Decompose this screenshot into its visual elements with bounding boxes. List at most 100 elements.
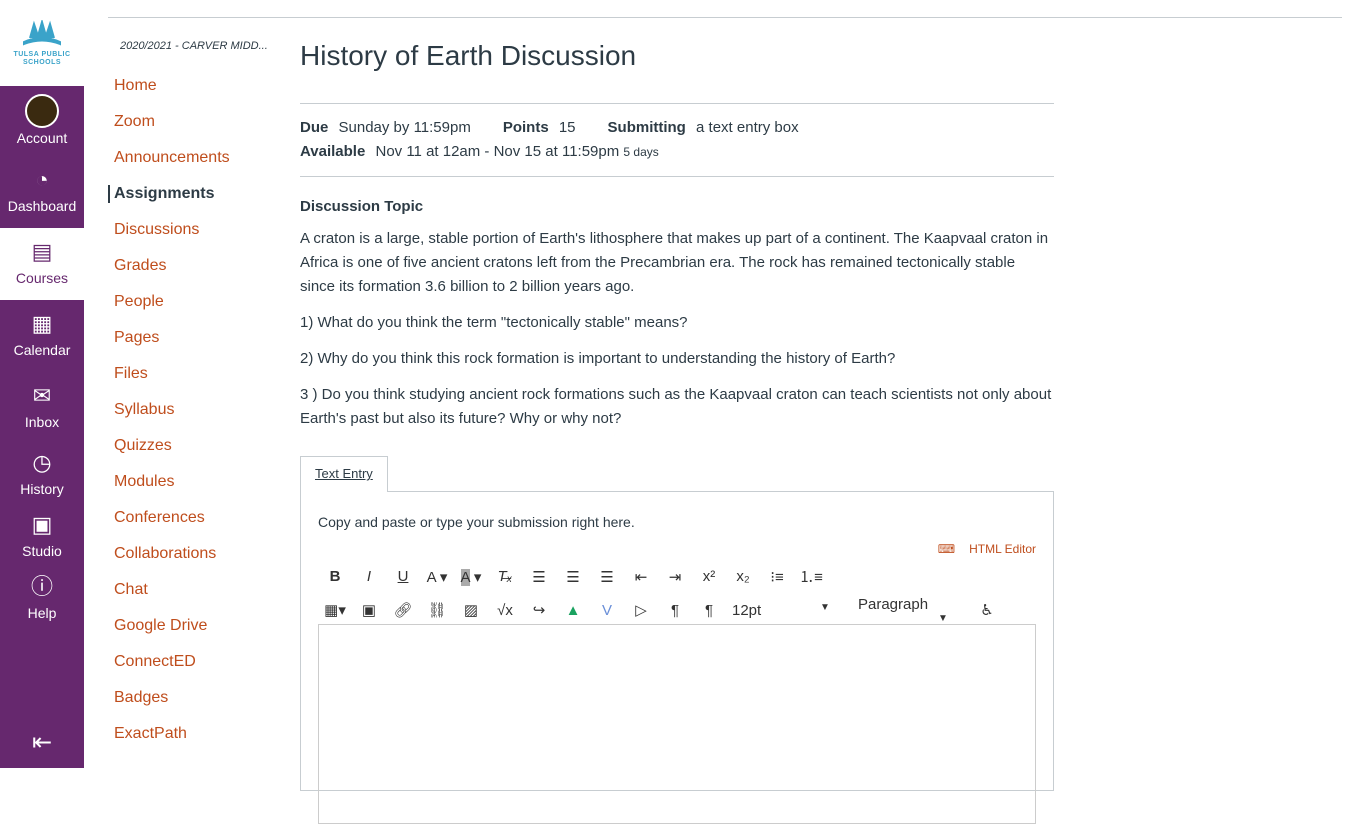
divider bbox=[300, 176, 1054, 177]
link-icon[interactable]: 🔗︎ bbox=[386, 601, 420, 619]
course-nav-chat[interactable]: Chat bbox=[114, 581, 148, 599]
nav-dashboard[interactable]: ◔ Dashboard bbox=[0, 166, 84, 214]
indent-icon[interactable]: ⇥ bbox=[658, 568, 692, 586]
course-nav-pages[interactable]: Pages bbox=[114, 329, 159, 347]
italic-icon[interactable]: I bbox=[352, 568, 386, 585]
submission-instructions: Copy and paste or type your submission r… bbox=[318, 514, 635, 530]
superscript-icon[interactable]: x² bbox=[692, 568, 726, 585]
course-nav-collaborations[interactable]: Collaborations bbox=[114, 545, 216, 563]
nav-calendar[interactable]: ▦ Calendar bbox=[0, 310, 84, 358]
nav-courses[interactable]: ▤ Courses bbox=[0, 228, 84, 300]
toolbar-row-2: ▦▾ ▣ 🔗︎ ⛓ ▨ √x ↪ ▲ V ▷ ¶ ¶ 12pt ▼ Paragra… bbox=[318, 596, 1004, 624]
course-nav-files[interactable]: Files bbox=[114, 365, 148, 383]
logo-book-icon bbox=[23, 18, 61, 46]
course-nav-zoom[interactable]: Zoom bbox=[114, 113, 155, 131]
rich-text-editor[interactable] bbox=[318, 624, 1036, 824]
background-color-icon[interactable]: A ▾ bbox=[454, 568, 488, 586]
keyboard-icon: ⌨ bbox=[937, 542, 956, 556]
course-nav-badges[interactable]: Badges bbox=[114, 689, 168, 707]
submitting-label: Submitting bbox=[607, 119, 686, 136]
format-value: Paragraph bbox=[858, 596, 929, 613]
font-size-select[interactable]: 12pt ▼ bbox=[726, 602, 842, 619]
bold-icon[interactable]: B bbox=[318, 568, 352, 585]
course-nav-people[interactable]: People bbox=[114, 293, 164, 311]
table-icon[interactable]: ▦▾ bbox=[318, 601, 352, 619]
google-drive-icon[interactable]: ▲ bbox=[556, 602, 590, 619]
topic-heading: Discussion Topic bbox=[300, 198, 424, 215]
numbered-list-icon[interactable]: ⒈≡ bbox=[794, 566, 828, 587]
unlink-icon[interactable]: ⛓ bbox=[420, 601, 454, 619]
course-nav-grades[interactable]: Grades bbox=[114, 257, 166, 275]
course-nav: 2020/2021 - CARVER MIDD... Home Zoom Annou… bbox=[108, 40, 278, 742]
global-nav: TULSA PUBLIC SCHOOLS Account ◔ Dashboard … bbox=[0, 0, 84, 768]
calendar-icon: ▦ bbox=[31, 311, 53, 336]
bullet-list-icon[interactable]: ⁝≡ bbox=[760, 568, 794, 586]
history-icon: ◷ bbox=[32, 450, 52, 475]
video-icon[interactable]: ▷ bbox=[624, 601, 658, 619]
tab-text-entry[interactable]: Text Entry bbox=[300, 456, 388, 492]
course-nav-discussions[interactable]: Discussions bbox=[114, 221, 199, 239]
embed-icon[interactable]: ↪ bbox=[522, 601, 556, 619]
topic-question: 1) What do you think the term "tectonica… bbox=[300, 314, 688, 331]
course-nav-google-drive[interactable]: Google Drive bbox=[114, 617, 207, 635]
course-nav-syllabus[interactable]: Syllabus bbox=[114, 401, 174, 419]
align-left-icon[interactable]: ☰ bbox=[522, 568, 556, 586]
accessibility-icon[interactable]: ♿︎ bbox=[970, 601, 1004, 619]
course-nav-quizzes[interactable]: Quizzes bbox=[114, 437, 172, 455]
course-nav-announcements[interactable]: Announcements bbox=[114, 149, 230, 167]
topic-question: 2) Why do you think this rock formation … bbox=[300, 350, 896, 367]
submitting-value: a text entry box bbox=[696, 119, 799, 136]
nav-label: Courses bbox=[15, 270, 69, 286]
underline-icon[interactable]: U bbox=[386, 568, 420, 585]
course-nav-assignments[interactable]: Assignments bbox=[108, 185, 214, 203]
assignment-details: Due Sunday by 11:59pm Points 15 Submitting… bbox=[300, 104, 1054, 176]
nav-account[interactable]: Account bbox=[0, 94, 84, 146]
topic-question: 3 ) Do you think studying ancient rock f… bbox=[300, 386, 1052, 427]
ltr-icon[interactable]: ¶ bbox=[658, 602, 692, 619]
course-nav-modules[interactable]: Modules bbox=[114, 473, 174, 491]
vimeo-icon[interactable]: V bbox=[590, 602, 624, 619]
divider bbox=[108, 17, 1342, 18]
nav-studio[interactable]: ▣ Studio bbox=[0, 511, 84, 559]
image-icon[interactable]: ▨ bbox=[454, 601, 488, 619]
toolbar-row-1: B I U A ▾ A ▾ T̶ₓ ☰ ☰ ☰ ⇤ ⇥ x² x₂ ⁝≡ ⒈≡ bbox=[318, 566, 828, 587]
text-color-icon[interactable]: A ▾ bbox=[420, 568, 454, 586]
media-icon[interactable]: ▣ bbox=[352, 601, 386, 619]
align-right-icon[interactable]: ☰ bbox=[590, 568, 624, 586]
course-nav-connected[interactable]: ConnectED bbox=[114, 653, 196, 671]
nav-label: Account bbox=[16, 130, 68, 146]
logo-text: TULSA PUBLIC SCHOOLS bbox=[13, 51, 71, 66]
course-nav-conferences[interactable]: Conferences bbox=[114, 509, 205, 527]
submission-panel: Copy and paste or type your submission r… bbox=[300, 491, 1054, 824]
html-editor-label: HTML Editor bbox=[969, 542, 1036, 556]
equation-icon[interactable]: √x bbox=[488, 602, 522, 619]
course-nav-home[interactable]: Home bbox=[114, 77, 157, 95]
align-center-icon[interactable]: ☰ bbox=[556, 568, 590, 586]
clear-formatting-icon[interactable]: T̶ₓ bbox=[488, 568, 522, 585]
nav-inbox[interactable]: ✉ Inbox bbox=[0, 382, 84, 430]
available-value: Nov 11 at 12am - Nov 15 at 11:59pm bbox=[375, 143, 620, 160]
course-nav-exactpath[interactable]: ExactPath bbox=[114, 725, 187, 743]
subscript-icon[interactable]: x₂ bbox=[726, 568, 760, 585]
outdent-icon[interactable]: ⇤ bbox=[624, 568, 658, 586]
nav-label: Studio bbox=[22, 543, 62, 559]
logo[interactable]: TULSA PUBLIC SCHOOLS bbox=[0, 0, 84, 86]
main-content: History of Earth Discussion Due Sunday b… bbox=[300, 40, 1054, 824]
rtl-icon[interactable]: ¶ bbox=[692, 602, 726, 619]
html-editor-link[interactable]: ⌨ HTML Editor bbox=[938, 542, 1036, 556]
collapse-nav-icon[interactable]: ⇤ bbox=[0, 728, 84, 757]
page-title: History of Earth Discussion bbox=[300, 40, 637, 71]
avatar bbox=[25, 94, 59, 128]
help-icon: ⓘ bbox=[30, 574, 53, 599]
nav-label: Inbox bbox=[24, 414, 60, 430]
font-size-value: 12pt bbox=[732, 601, 762, 619]
available-duration: 5 days bbox=[623, 145, 659, 159]
studio-icon: ▣ bbox=[31, 512, 53, 537]
nav-history[interactable]: ◷ History bbox=[0, 449, 84, 497]
points-value: 15 bbox=[558, 119, 576, 136]
format-select[interactable]: Paragraph ▼ bbox=[848, 596, 960, 624]
nav-label: Dashboard bbox=[7, 198, 77, 214]
nav-label: Help bbox=[27, 605, 57, 621]
due-value: Sunday by 11:59pm bbox=[338, 119, 471, 136]
nav-help[interactable]: ⓘ Help bbox=[0, 573, 84, 621]
